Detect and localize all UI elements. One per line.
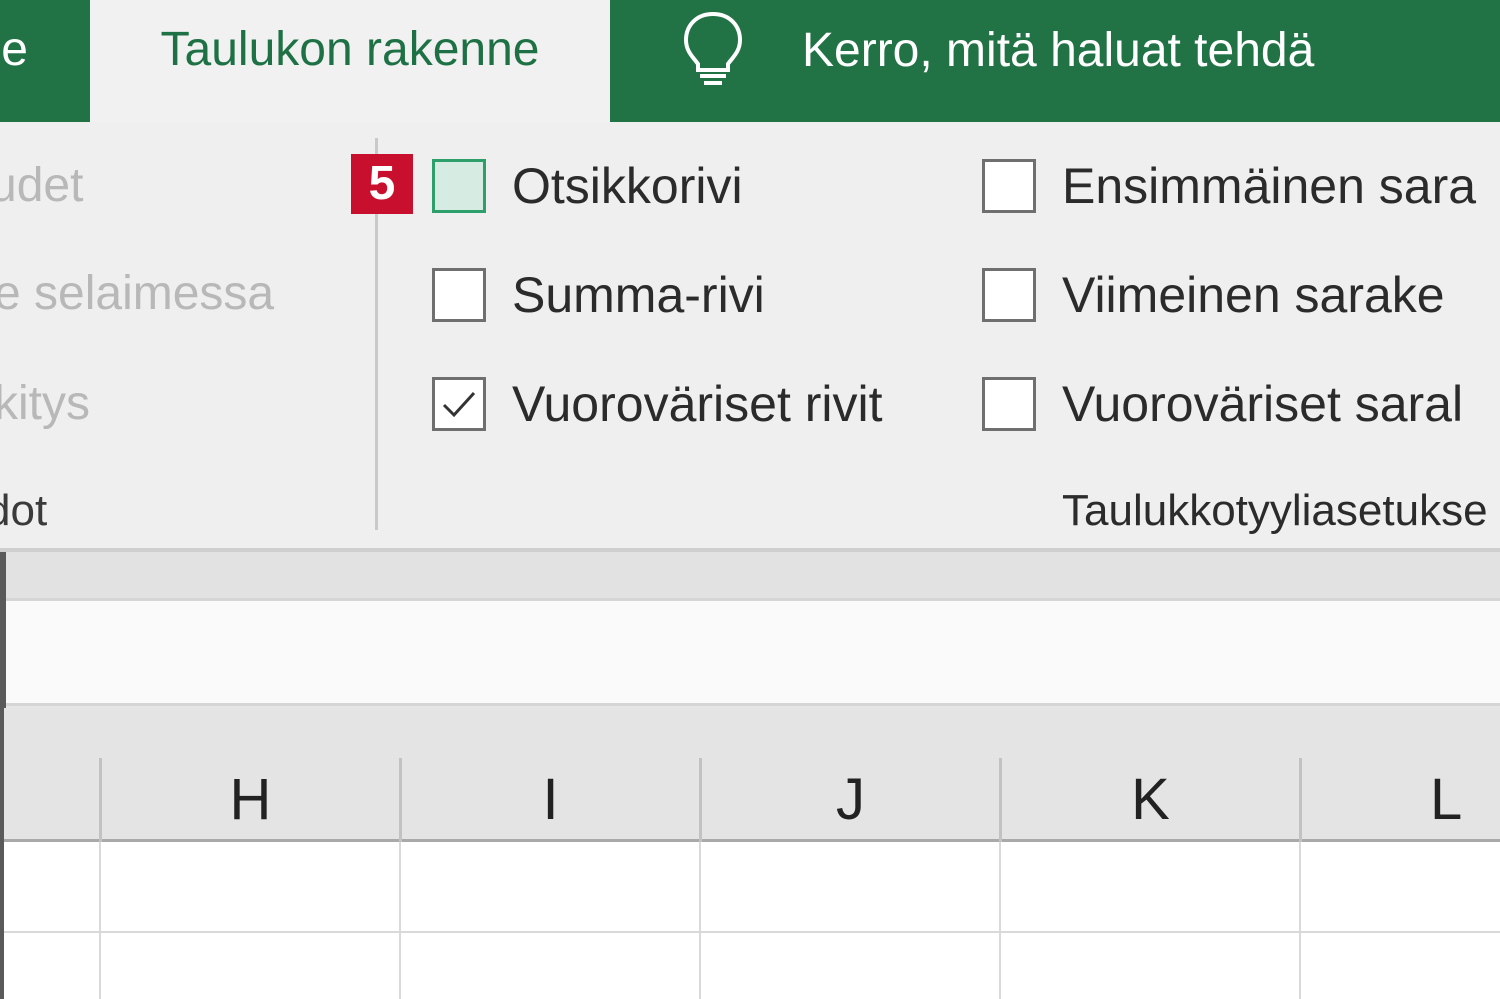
grid-column-line [99,842,101,999]
banded-columns-label: Vuoroväriset saral [1062,376,1464,432]
column-header-i[interactable]: I [402,708,699,842]
column-header-h[interactable]: H [102,708,399,842]
formula-bar[interactable] [4,598,1500,706]
grid-column-line [699,842,701,999]
last-column-option[interactable]: Viimeinen sarake [982,265,1445,325]
header-row-option[interactable]: Otsikkorivi [432,156,743,216]
ribbon-left-item-1: udet [0,159,84,212]
header-row-checkbox[interactable] [432,159,486,213]
banded-rows-option[interactable]: Vuoroväriset rivit [432,374,882,434]
tab-table-design-label: Taulukon rakenne [160,23,540,76]
grid-column-line [1299,842,1301,999]
worksheet-grid[interactable] [4,842,1500,999]
first-column-checkbox[interactable] [982,159,1036,213]
tab-previous-label: e [1,23,28,76]
banded-columns-option[interactable]: Vuoroväriset saral [982,374,1463,434]
column-header-row: H I J K L [4,708,1500,842]
grid-column-line [399,842,401,999]
ribbon-gap [0,552,1500,598]
last-column-checkbox[interactable] [982,268,1036,322]
header-row-label: Otsikkorivi [512,158,743,214]
total-row-checkbox[interactable] [432,268,486,322]
tell-me-text: Kerro, mitä haluat tehdä [802,23,1315,77]
total-row-option[interactable]: Summa-rivi [432,265,765,325]
first-column-option[interactable]: Ensimmäinen sara [982,156,1476,216]
tab-previous[interactable]: e [0,0,90,122]
ribbon-left-group-label: dot [0,486,48,535]
ribbon-left-item-2: e selaimessa [0,267,275,320]
column-header-j[interactable]: J [702,708,999,842]
banded-rows-checkbox[interactable] [432,377,486,431]
lightbulb-icon [683,11,743,85]
column-header-k[interactable]: K [1002,708,1299,842]
banded-columns-checkbox[interactable] [982,377,1036,431]
banded-rows-label: Vuoroväriset rivit [512,376,883,432]
last-column-label: Viimeinen sarake [1062,267,1445,323]
total-row-label: Summa-rivi [512,267,765,323]
ribbon-tab-strip: e Taulukon rakenne Kerro, mitä haluat te… [0,0,1500,122]
step-number-badge: 5 [351,154,413,214]
ribbon-left-item-3: kitys [0,377,90,430]
tab-table-design[interactable]: Taulukon rakenne [90,0,610,122]
grid-column-line [999,842,1001,999]
checkmark-icon [442,391,476,418]
column-header-l[interactable]: L [1302,708,1500,842]
table-style-options-group-label: Taulukkotyyliasetukse [1062,486,1488,535]
tell-me-search[interactable]: Kerro, mitä haluat tehdä [680,0,1314,100]
grid-row-line [4,931,1500,933]
first-column-label: Ensimmäinen sara [1062,158,1477,214]
